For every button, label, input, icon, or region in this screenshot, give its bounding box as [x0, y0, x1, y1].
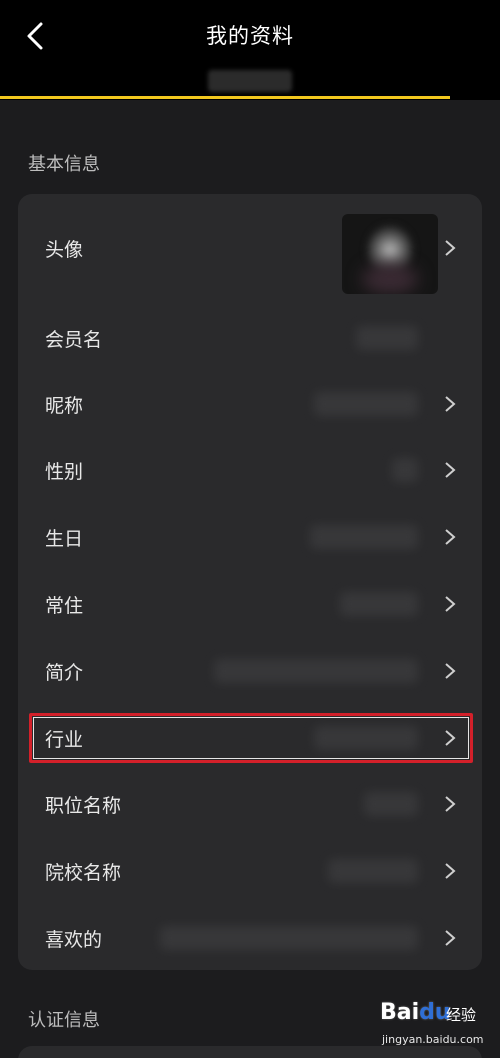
blurred-tab: [208, 70, 292, 92]
blurred-value: [392, 458, 418, 482]
blurred-value: [328, 859, 418, 883]
baidu-watermark: Baidu 经验 jingyan.baidu.com: [380, 1000, 496, 1056]
row-residence[interactable]: 常住: [18, 578, 482, 630]
nav-bar: 我的资料: [0, 0, 500, 100]
blurred-value: [314, 392, 418, 416]
section-title-cert: 认证信息: [28, 1010, 100, 1031]
section-title-basic: 基本信息: [28, 154, 100, 175]
blurred-value: [356, 326, 418, 350]
row-birthday[interactable]: 生日: [18, 511, 482, 563]
row-label: 喜欢的: [45, 928, 103, 951]
row-job-title[interactable]: 职位名称: [18, 778, 482, 830]
blurred-value: [340, 592, 418, 616]
row-member-name: 会员名: [18, 312, 482, 364]
row-label: 昵称: [45, 394, 84, 417]
chevron-right-icon: [440, 527, 460, 547]
blurred-value: [160, 926, 418, 950]
row-likes[interactable]: 喜欢的: [18, 912, 482, 964]
highlight-box: [29, 713, 473, 763]
row-nickname[interactable]: 昵称: [18, 378, 482, 430]
chevron-right-icon: [440, 661, 460, 681]
baidu-logo: Baidu: [380, 1000, 451, 1025]
chevron-right-icon: [440, 594, 460, 614]
blurred-value: [214, 659, 418, 683]
row-label: 院校名称: [45, 861, 122, 884]
blurred-value: [310, 525, 418, 549]
row-label: 常住: [45, 594, 84, 617]
row-label: 会员名: [45, 328, 103, 351]
row-bio[interactable]: 简介: [18, 645, 482, 697]
blurred-value: [364, 792, 418, 816]
chevron-right-icon: [440, 928, 460, 948]
row-label: 简介: [45, 661, 84, 684]
row-label: 生日: [45, 527, 84, 550]
row-gender[interactable]: 性别: [18, 444, 482, 496]
chevron-right-icon: [440, 460, 460, 480]
chevron-right-icon: [440, 861, 460, 881]
watermark-url: jingyan.baidu.com: [382, 1033, 484, 1046]
row-avatar[interactable]: 头像: [18, 200, 482, 296]
chevron-right-icon: [440, 794, 460, 814]
row-label: 性别: [45, 460, 84, 483]
watermark-text: 经验: [446, 1006, 477, 1024]
chevron-right-icon: [440, 238, 460, 258]
row-label: 职位名称: [45, 794, 122, 817]
accent-underline: [0, 96, 450, 99]
row-school[interactable]: 院校名称: [18, 845, 482, 897]
chevron-right-icon: [440, 394, 460, 414]
avatar: [342, 214, 438, 294]
row-label: 头像: [45, 238, 84, 261]
page-title: 我的资料: [206, 24, 294, 48]
